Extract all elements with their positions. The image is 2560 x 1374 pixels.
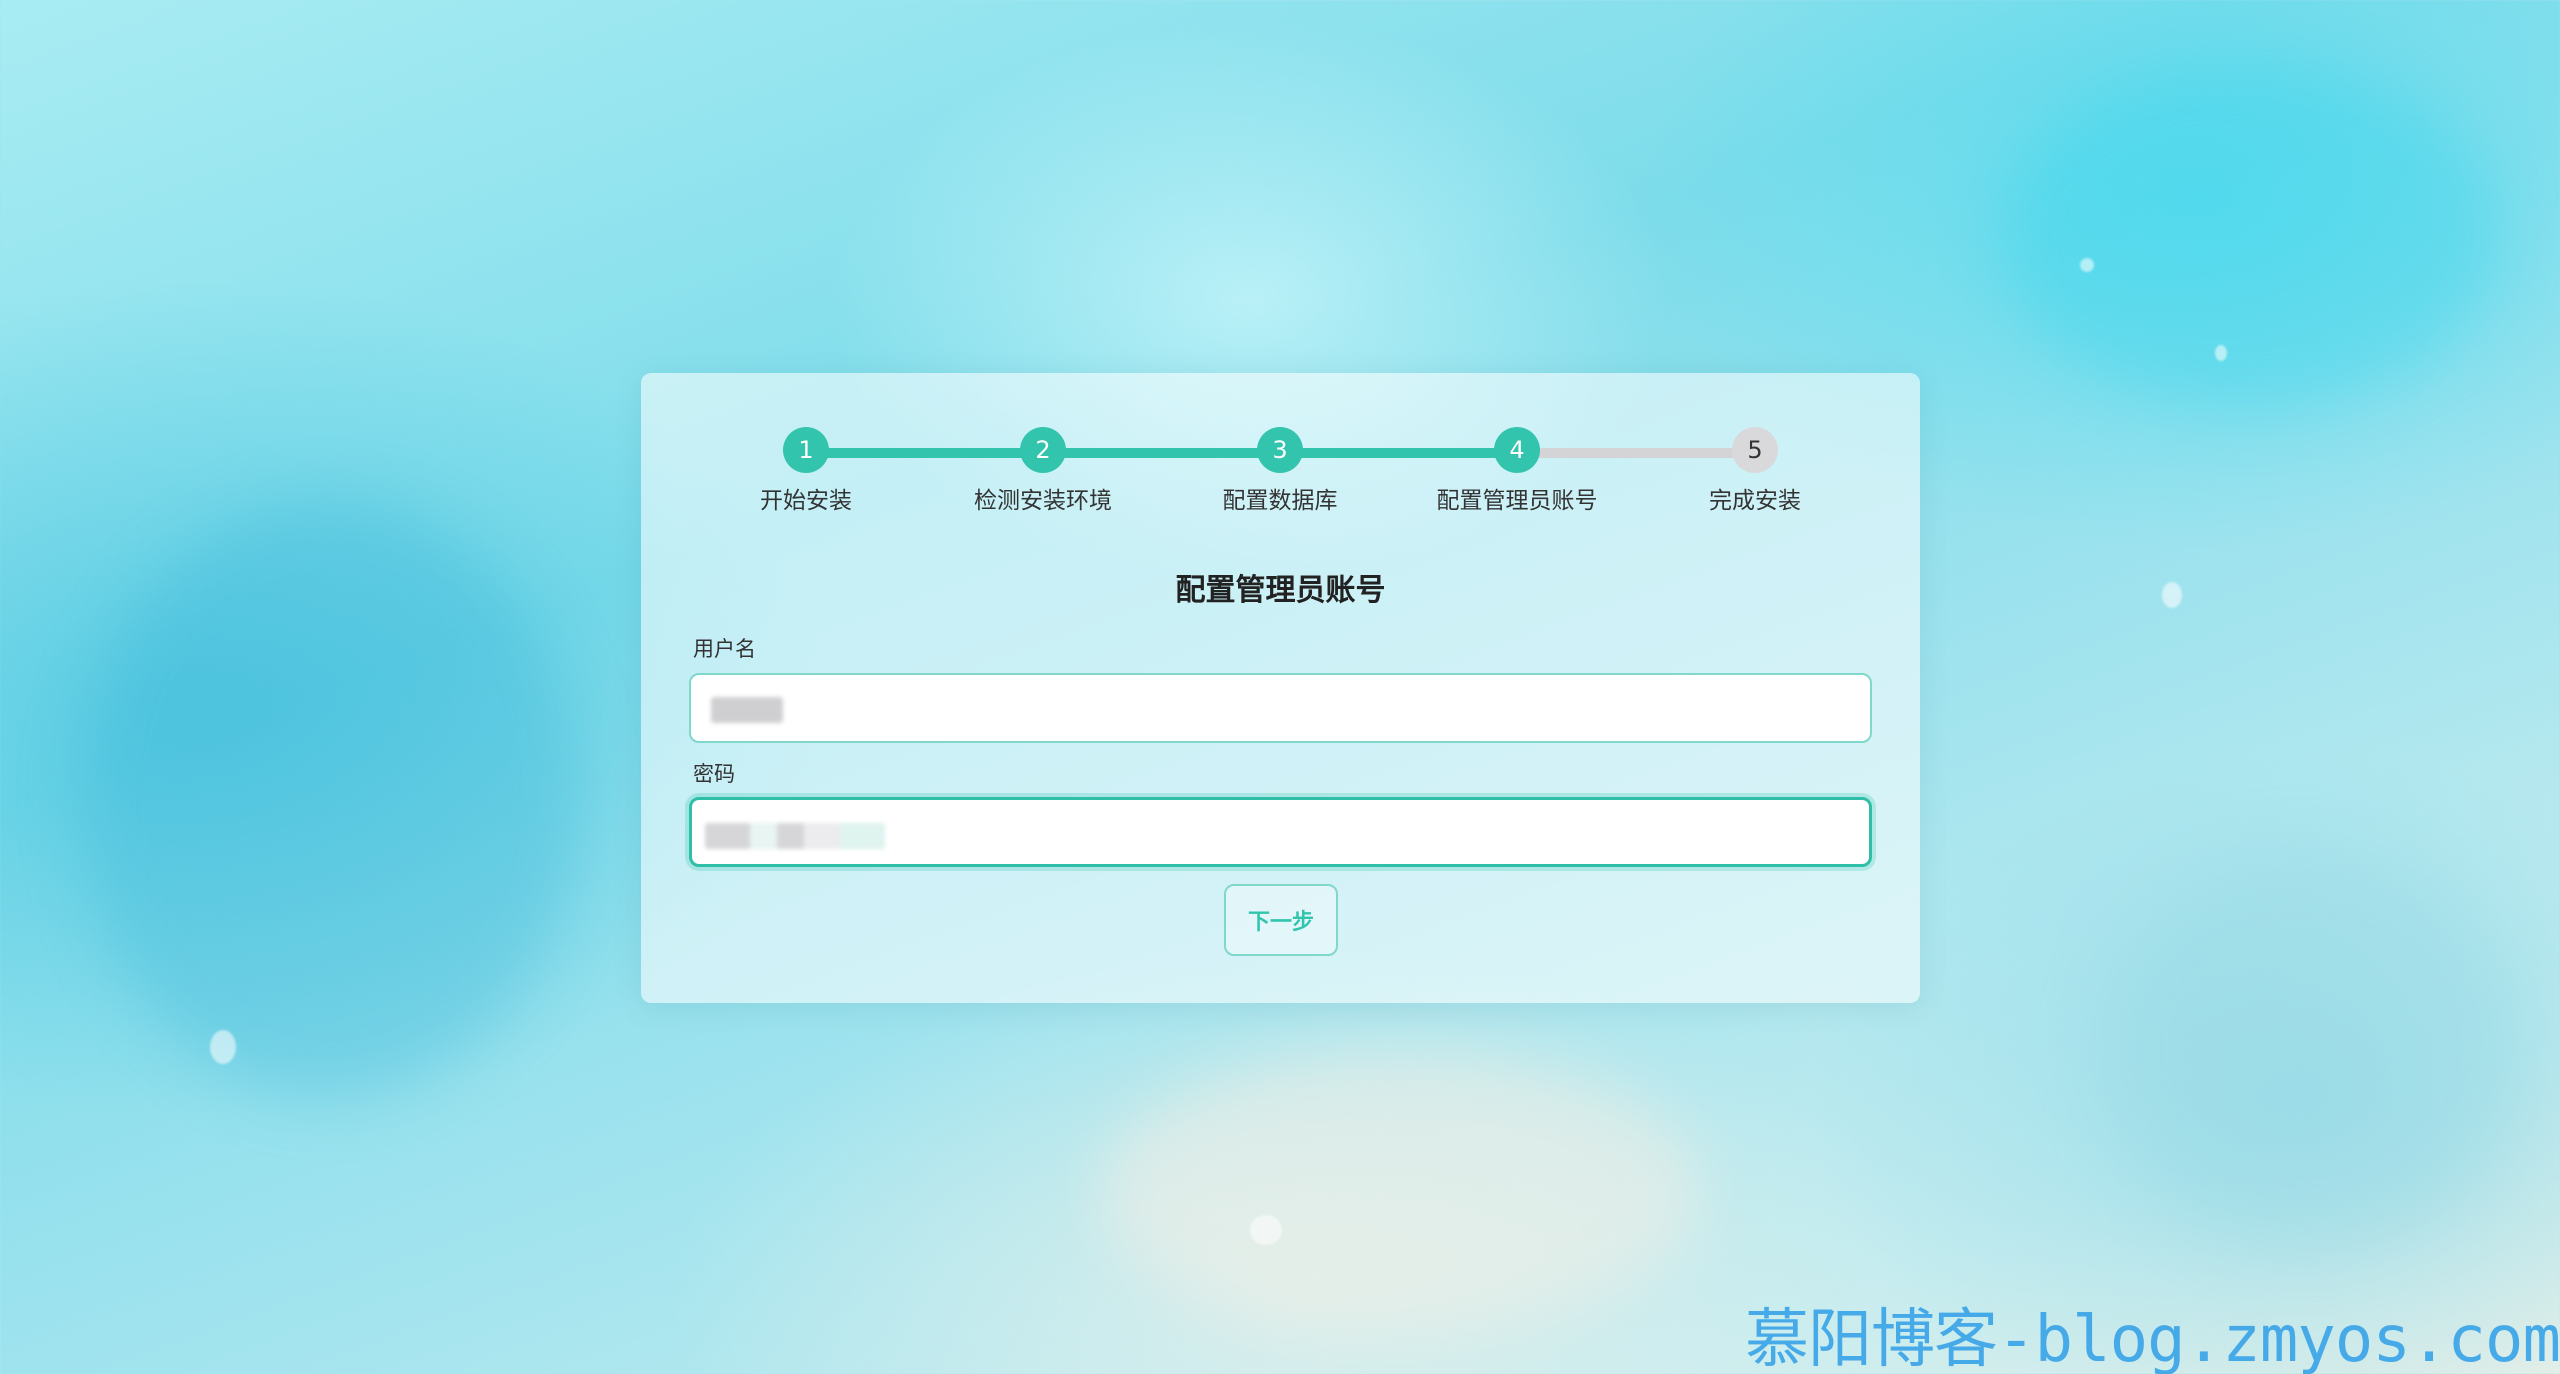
background-stain (1100, 1050, 1700, 1330)
background-stain (2100, 850, 2520, 1250)
background-stain (80, 500, 580, 1100)
step-4-label: 配置管理员账号 (1436, 488, 1598, 514)
background-stain (2000, 60, 2500, 410)
step-2-circle: 2 (1020, 427, 1066, 473)
step-1: 1 开始安装 (686, 427, 926, 515)
step-1-label: 开始安装 (760, 488, 852, 514)
install-card: 1 开始安装 2 检测安装环境 3 配置数据库 4 配置管理员账号 5 完成安装… (641, 373, 1920, 1003)
paint-splash (2215, 345, 2227, 361)
step-1-circle: 1 (783, 427, 829, 473)
step-5-circle: 5 (1732, 427, 1778, 473)
paint-splash (210, 1030, 236, 1064)
step-2-label: 检测安装环境 (974, 488, 1112, 514)
step-5-label: 完成安装 (1709, 488, 1801, 514)
password-label: 密码 (693, 762, 735, 786)
form-title: 配置管理员账号 (1175, 573, 1386, 608)
password-redacted (705, 823, 885, 849)
username-redacted (711, 697, 783, 723)
paint-splash (2080, 258, 2094, 272)
step-5: 5 完成安装 (1635, 427, 1875, 515)
paint-splash (2162, 582, 2182, 608)
watermark: 慕阳博客-blog.zmyos.com (1745, 1303, 2560, 1374)
step-3-circle: 3 (1257, 427, 1303, 473)
step-2: 2 检测安装环境 (923, 427, 1163, 515)
step-4: 4 配置管理员账号 (1397, 427, 1637, 515)
username-label: 用户名 (693, 637, 756, 661)
install-steps: 1 开始安装 2 检测安装环境 3 配置数据库 4 配置管理员账号 5 完成安装 (641, 373, 1920, 523)
username-input[interactable] (689, 673, 1872, 743)
next-button[interactable]: 下一步 (1224, 884, 1338, 956)
step-4-circle: 4 (1494, 427, 1540, 473)
step-3: 3 配置数据库 (1160, 427, 1400, 515)
step-3-label: 配置数据库 (1222, 488, 1338, 514)
paint-splash (1250, 1215, 1282, 1245)
